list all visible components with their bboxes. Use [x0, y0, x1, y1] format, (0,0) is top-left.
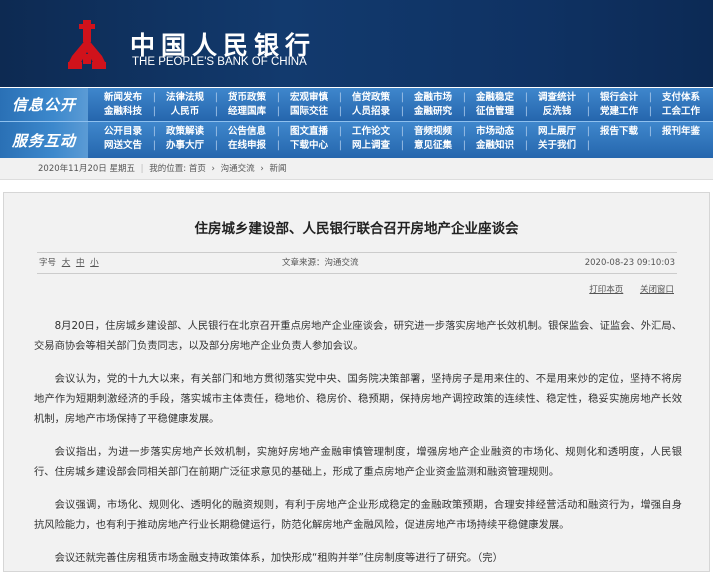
nav-link[interactable]: 金融研究 [402, 105, 466, 118]
site-header: 中国人民银行 THE PEOPLE'S BANK OF CHINA [0, 0, 713, 87]
nav-link[interactable]: 调查统计 [526, 91, 590, 104]
nav-link[interactable]: 网上展厅 [526, 125, 590, 138]
paragraph: 会议指出，为进一步落实房地产长效机制，实施好房地产金融审慎管理制度，增强房地产企… [34, 446, 682, 478]
nav-link[interactable]: 新闻发布 [92, 91, 156, 104]
breadcrumb-separator: | [140, 164, 144, 174]
nav-link[interactable]: 网上调查 [340, 139, 404, 152]
nav-link[interactable]: 反洗钱 [526, 105, 590, 118]
breadcrumb-arrow: › [260, 164, 264, 174]
paragraph: 会议强调，市场化、规则化、透明化的融资规则，有利于房地产企业形成稳定的金融政策预… [34, 499, 682, 531]
nav-link[interactable]: 在线申报 [216, 139, 280, 152]
nav-link[interactable]: 银行会计 [588, 91, 652, 104]
nav-link[interactable]: 支付体系 [650, 91, 712, 104]
close-window-link[interactable]: 关闭窗口 [640, 285, 674, 295]
location-label: 我的位置: [149, 164, 187, 174]
breadcrumb-home[interactable]: 首页 [189, 164, 206, 174]
print-page-link[interactable]: 打印本页 [589, 285, 623, 295]
nav-link[interactable]: 工作论文 [340, 125, 404, 138]
breadcrumb-news[interactable]: 新闻 [269, 164, 286, 174]
font-size-controls: 字号 大 中 小 [39, 253, 99, 273]
breadcrumb-arrow: › [211, 164, 215, 174]
article-body: 8月20日，住房城乡建设部、人民银行在北京召开重点房地产企业座谈会，研究进一步落… [34, 316, 682, 581]
nav-link[interactable]: 征信管理 [464, 105, 528, 118]
nav-link[interactable]: 关于我们 [526, 139, 590, 152]
nav-link[interactable]: 人民币 [154, 105, 218, 118]
nav-link[interactable]: 报刊年鉴 [650, 125, 712, 138]
nav-link[interactable]: 意见征集 [402, 139, 466, 152]
font-size-large[interactable]: 大 [62, 258, 71, 268]
nav-link[interactable]: 图文直播 [278, 125, 342, 138]
paragraph: 会议还就完善住房租赁市场金融支持政策体系，加快形成“租购并举”住房制度等进行了研… [54, 552, 503, 564]
article-source: 文章来源：沟通交流 [282, 258, 359, 268]
info-disclosure-nav: 信息公开 新闻发布法律法规货币政策宏观审慎信贷政策金融市场金融稳定调查统计银行会… [0, 88, 713, 121]
article-meta: 字号 大 中 小 文章来源：沟通交流 2020-08-23 09:10:03 [37, 252, 677, 274]
nav-link[interactable]: 党建工作 [588, 105, 652, 118]
article-title: 住房城乡建设部、人民银行联合召开房地产企业座谈会 [194, 221, 519, 237]
nav-link[interactable]: 市场动态 [464, 125, 528, 138]
nav-link[interactable]: 人员招录 [340, 105, 404, 118]
article-datetime: 2020-08-23 09:10:03 [584, 258, 675, 268]
font-size-small[interactable]: 小 [90, 258, 99, 268]
nav-link[interactable]: 法律法规 [154, 91, 218, 104]
nav-link[interactable]: 信贷政策 [340, 91, 404, 104]
nav-link[interactable]: 网送文告 [92, 139, 156, 152]
service-label: 服务互动 [0, 122, 88, 158]
nav-link[interactable]: 金融稳定 [464, 91, 528, 104]
breadcrumb: 2020年11月20日 星期五 | 我的位置: 首页 › 沟通交流 › 新闻 [0, 158, 713, 180]
nav-link[interactable]: 音频视频 [402, 125, 466, 138]
nav-link[interactable]: 货币政策 [216, 91, 280, 104]
current-date: 2020年11月20日 星期五 [38, 164, 135, 174]
nav-link[interactable]: 办事大厅 [154, 139, 218, 152]
article-panel: 住房城乡建设部、人民银行联合召开房地产企业座谈会 字号 大 中 小 文章来源：沟… [3, 192, 710, 572]
breadcrumb-communication[interactable]: 沟通交流 [221, 164, 255, 174]
pboc-emblem-icon [68, 20, 106, 69]
nav-link[interactable]: 金融知识 [464, 139, 528, 152]
info-disclosure-label: 信息公开 [0, 88, 88, 121]
nav-link[interactable]: 金融科技 [92, 105, 156, 118]
nav-link[interactable]: 报告下载 [588, 125, 652, 138]
logo-english-name: THE PEOPLE'S BANK OF CHINA [132, 56, 307, 68]
nav-link[interactable]: 政策解读 [154, 125, 218, 138]
font-size-label: 字号 [39, 258, 57, 268]
nav-link[interactable]: 下载中心 [278, 139, 342, 152]
nav-link[interactable]: 公告信息 [216, 125, 280, 138]
nav-link[interactable]: 工会工作 [650, 105, 712, 118]
service-nav: 服务互动 公开目录政策解读公告信息图文直播工作论文音频视频市场动态网上展厅报告下… [0, 122, 713, 158]
paragraph: 8月20日，住房城乡建设部、人民银行在北京召开重点房地产企业座谈会，研究进一步落… [34, 320, 682, 352]
font-size-medium[interactable]: 中 [76, 258, 85, 268]
article-actions: 打印本页 关闭窗口 [575, 283, 674, 295]
paragraph: 会议认为，党的十九大以来，有关部门和地方贯彻落实党中央、国务院决策部署，坚持房子… [34, 373, 682, 425]
nav-link[interactable]: 公开目录 [92, 125, 156, 138]
nav-link[interactable]: 金融市场 [402, 91, 466, 104]
nav-link[interactable]: 宏观审慎 [278, 91, 342, 104]
nav-link[interactable]: 国际交往 [278, 105, 342, 118]
nav-link[interactable]: 经理国库 [216, 105, 280, 118]
